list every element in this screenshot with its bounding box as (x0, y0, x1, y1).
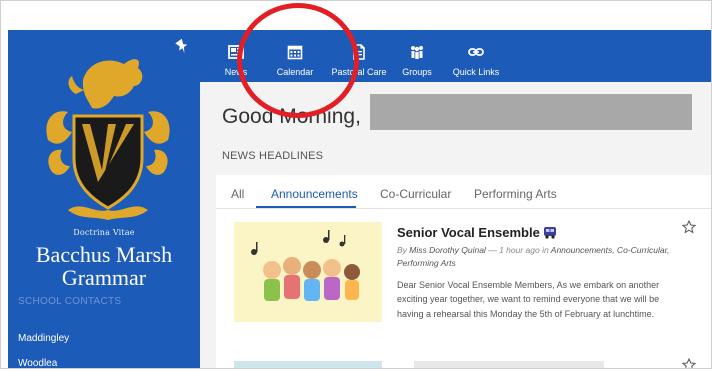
bus-icon (543, 227, 556, 239)
nav-item-news[interactable]: News (214, 30, 258, 82)
meta-separator: — (488, 245, 497, 255)
tab-performing-arts[interactable]: Performing Arts (474, 187, 557, 201)
contact-link-maddingley[interactable]: Maddingley (18, 333, 69, 344)
nav-label-groups: Groups (402, 67, 432, 77)
tab-divider (216, 208, 712, 209)
nav-item-pastoral-care[interactable]: Pastoral Care (326, 30, 392, 82)
greeting: Good Morning, (222, 105, 361, 128)
post-title[interactable]: Senior Vocal Ensemble (397, 225, 557, 240)
link-icon (468, 48, 484, 56)
next-post-title-partial[interactable] (414, 361, 604, 369)
redacted-user-name (370, 94, 692, 130)
post-author[interactable]: Miss Dorothy Quinal (409, 245, 486, 255)
news-card: All Announcements Co-Curricular Performi… (216, 175, 712, 369)
tab-all[interactable]: All (231, 187, 244, 201)
pastoral-care-icon (353, 44, 365, 60)
nav-label-pastoral-care: Pastoral Care (331, 67, 387, 77)
nav-label-quick-links: Quick Links (452, 67, 500, 77)
tab-co-curricular[interactable]: Co-Curricular (380, 187, 451, 201)
meta-by: By (397, 245, 407, 255)
post-thumbnail-singing-kids[interactable] (234, 222, 382, 322)
school-contacts-heading: SCHOOL CONTACTS (18, 296, 122, 307)
contact-link-woodlea[interactable]: Woodlea (18, 358, 57, 369)
post-body: Dear Senior Vocal Ensemble Members, As w… (397, 280, 660, 319)
favorite-star-icon[interactable] (682, 220, 696, 234)
top-navigation: News Calendar Pastoral Care Groups Quick… (200, 30, 712, 82)
nav-item-quick-links[interactable]: Quick Links (446, 30, 506, 82)
favorite-star-icon-next[interactable] (682, 358, 696, 369)
school-motto: Doctrina Vitae (73, 228, 135, 237)
school-crest-logo (46, 59, 170, 220)
newspaper-icon (228, 45, 244, 59)
main-content: Good Morning, NEWS HEADLINES All Announc… (200, 82, 712, 369)
post-time: 1 hour ago (499, 245, 540, 255)
nav-label-calendar: Calendar (276, 67, 314, 77)
post-title-text: Senior Vocal Ensemble (397, 225, 540, 240)
tab-announcements[interactable]: Announcements (271, 187, 358, 201)
sidebar: Doctrina Vitae Bacchus Marsh Grammar SCH… (8, 30, 200, 369)
groups-icon (411, 46, 423, 59)
post-meta: By Miss Dorothy Quinal — 1 hour ago in A… (397, 244, 677, 270)
next-post-thumbnail[interactable] (234, 361, 382, 369)
news-headlines-heading: NEWS HEADLINES (222, 150, 324, 162)
nav-item-calendar[interactable]: Calendar (270, 30, 320, 82)
nav-item-groups[interactable]: Groups (396, 30, 438, 82)
school-name: Bacchus Marsh Grammar (35, 242, 173, 290)
calendar-icon (287, 45, 303, 60)
nav-label-news: News (224, 67, 248, 77)
meta-in: in (542, 245, 549, 255)
